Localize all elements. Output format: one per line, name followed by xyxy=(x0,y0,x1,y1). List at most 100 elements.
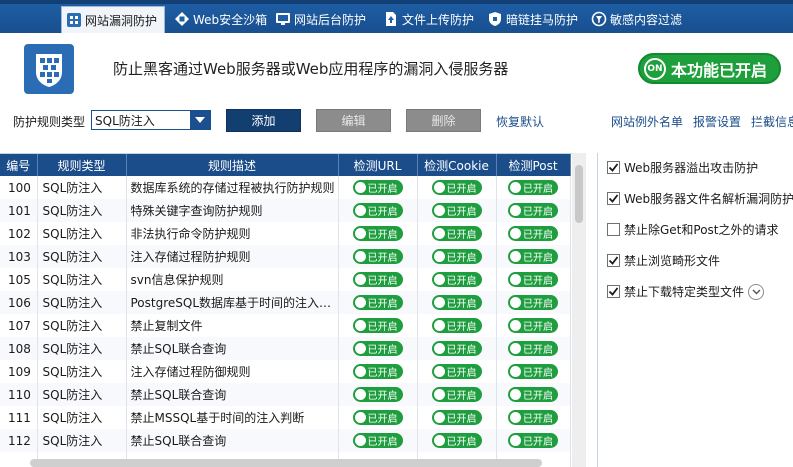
expand-chevron-down-icon[interactable] xyxy=(748,283,765,300)
table-row[interactable]: 105 SQL防注入 svn信息保护规则 已开启 已开启 已开启 xyxy=(0,268,571,291)
check-url-cell: 已开启 xyxy=(338,222,418,245)
check-url-cell: 已开启 xyxy=(338,291,418,314)
tab-backend-protection[interactable]: 网站后台防护 xyxy=(275,7,366,31)
table-vertical-scrollbar[interactable] xyxy=(572,153,586,467)
column-header-check-url[interactable]: 检测URL xyxy=(338,154,418,176)
table-row[interactable]: 103 SQL防注入 注入存储过程防护规则 已开启 已开启 已开启 xyxy=(0,245,571,268)
option-checkbox[interactable] xyxy=(607,161,620,174)
column-header-description[interactable]: 规则描述 xyxy=(126,154,339,176)
table-row[interactable]: 109 SQL防注入 注入存储过程防御规则 已开启 已开启 已开启 xyxy=(0,360,571,383)
column-header-check-cookie[interactable]: 检测Cookie xyxy=(417,154,497,176)
toggle-knob-icon xyxy=(510,228,521,239)
check-url-toggle[interactable]: 已开启 xyxy=(352,295,403,310)
option-label[interactable]: Web服务器溢出攻击防护 xyxy=(624,159,758,176)
rule-id-cell: 112 xyxy=(0,429,38,452)
toggle-label: 已开启 xyxy=(367,207,398,218)
restore-default-link[interactable]: 恢复默认 xyxy=(496,113,544,130)
toggle-knob-icon xyxy=(354,205,366,216)
check-url-toggle[interactable]: 已开启 xyxy=(352,272,403,287)
table-row[interactable]: 111 SQL防注入 禁止MSSQL基于时间的注入判断 已开启 已开启 已开启 xyxy=(0,406,571,429)
check-cookie-toggle[interactable]: 已开启 xyxy=(431,226,482,241)
toggle-knob-icon xyxy=(510,205,521,216)
check-cookie-toggle[interactable]: 已开启 xyxy=(431,387,482,402)
tab-web-sandbox[interactable]: Web安全沙箱 xyxy=(174,7,267,31)
check-post-toggle[interactable]: 已开启 xyxy=(508,364,558,379)
toggle-knob-icon xyxy=(510,412,521,423)
check-url-toggle[interactable]: 已开启 xyxy=(352,203,403,218)
site-exception-list-link[interactable]: 网站例外名单 xyxy=(611,113,683,130)
check-post-toggle[interactable]: 已开启 xyxy=(508,410,558,425)
check-url-toggle[interactable]: 已开启 xyxy=(352,180,403,195)
check-url-toggle[interactable]: 已开启 xyxy=(352,364,403,379)
check-post-toggle[interactable]: 已开启 xyxy=(508,180,558,195)
check-post-toggle[interactable]: 已开启 xyxy=(508,249,558,264)
column-header-id[interactable]: 编号 xyxy=(0,154,38,176)
table-row[interactable]: 102 SQL防注入 非法执行命令防护规则 已开启 已开启 已开启 xyxy=(0,222,571,245)
option-label[interactable]: Web服务器文件名解析漏洞防护 xyxy=(624,190,793,207)
check-url-toggle[interactable]: 已开启 xyxy=(352,410,403,425)
edit-rule-button[interactable]: 编辑 xyxy=(316,109,391,132)
tab-file-upload-protection[interactable]: 文件上传防护 xyxy=(383,7,474,31)
table-row[interactable]: 112 SQL防注入 禁止SQL联合查询 已开启 已开启 已开启 xyxy=(0,429,571,452)
toggle-label: 已开启 xyxy=(523,253,553,264)
check-post-cell: 已开启 xyxy=(496,337,571,360)
check-post-toggle[interactable]: 已开启 xyxy=(508,226,558,241)
intercept-info-link[interactable]: 拦截信息 xyxy=(751,113,793,130)
check-cookie-toggle[interactable]: 已开启 xyxy=(431,433,482,448)
check-url-toggle[interactable]: 已开启 xyxy=(352,433,403,448)
column-header-type[interactable]: 规则类型 xyxy=(37,154,127,176)
table-row[interactable]: 100 SQL防注入 数据库系统的存储过程被执行防护规则 已开启 已开启 已开启 xyxy=(0,176,571,199)
table-row[interactable]: 108 SQL防注入 禁止SQL联合查询 已开启 已开启 已开启 xyxy=(0,337,571,360)
option-label[interactable]: 禁止浏览畸形文件 xyxy=(624,252,720,269)
check-url-toggle[interactable]: 已开启 xyxy=(352,341,403,356)
check-cookie-toggle[interactable]: 已开启 xyxy=(431,318,482,333)
check-post-toggle[interactable]: 已开启 xyxy=(508,433,558,448)
dark-link-icon xyxy=(487,11,503,27)
check-cookie-toggle[interactable]: 已开启 xyxy=(431,180,482,195)
check-url-toggle[interactable]: 已开启 xyxy=(352,318,403,333)
alarm-settings-link[interactable]: 报警设置 xyxy=(693,113,741,130)
toggle-knob-icon xyxy=(354,320,366,331)
check-cookie-toggle[interactable]: 已开启 xyxy=(431,295,482,310)
check-cookie-toggle[interactable]: 已开启 xyxy=(431,410,482,425)
table-row[interactable]: 106 SQL防注入 PostgreSQL数据库基于时间的注入判断 已开启 已开启 已开启 xyxy=(0,291,571,314)
option-row: Web服务器文件名解析漏洞防护 xyxy=(607,190,793,207)
tab-web-vuln-protection[interactable]: 网站漏洞防护 xyxy=(61,6,165,33)
check-post-toggle[interactable]: 已开启 xyxy=(508,295,558,310)
tab-sensitive-content-filter[interactable]: 敏感内容过滤 xyxy=(591,7,682,31)
toggle-knob-icon xyxy=(510,435,521,446)
check-url-toggle[interactable]: 已开启 xyxy=(352,387,403,402)
check-url-toggle[interactable]: 已开启 xyxy=(352,249,403,264)
option-checkbox[interactable] xyxy=(607,285,620,298)
check-post-toggle[interactable]: 已开启 xyxy=(508,272,558,287)
option-checkbox[interactable] xyxy=(607,223,620,236)
delete-rule-button[interactable]: 删除 xyxy=(406,109,481,132)
table-horizontal-scrollbar[interactable] xyxy=(30,459,542,467)
check-url-toggle[interactable]: 已开启 xyxy=(352,226,403,241)
option-label[interactable]: 禁止下载特定类型文件 xyxy=(624,283,744,300)
check-cookie-toggle[interactable]: 已开启 xyxy=(431,203,482,218)
check-cookie-toggle[interactable]: 已开启 xyxy=(431,341,482,356)
check-post-toggle[interactable]: 已开启 xyxy=(508,318,558,333)
toggle-knob-icon xyxy=(354,412,366,423)
dropdown-arrow-icon[interactable] xyxy=(190,111,210,129)
table-row[interactable]: 110 SQL防注入 禁止SQL联合查询 已开启 已开启 已开启 xyxy=(0,383,571,406)
option-checkbox[interactable] xyxy=(607,192,620,205)
add-rule-button[interactable]: 添加 xyxy=(226,109,301,132)
feature-status-toggle[interactable]: ON 本功能已开启 xyxy=(638,53,781,84)
check-cookie-toggle[interactable]: 已开启 xyxy=(431,364,482,379)
check-cookie-toggle[interactable]: 已开启 xyxy=(431,272,482,287)
tab-dark-link-protection[interactable]: 暗链挂马防护 xyxy=(487,7,578,31)
check-post-toggle[interactable]: 已开启 xyxy=(508,387,558,402)
toggle-label: 已开启 xyxy=(523,322,553,333)
scrollbar-thumb[interactable] xyxy=(575,165,583,223)
check-cookie-toggle[interactable]: 已开启 xyxy=(431,249,482,264)
check-post-toggle[interactable]: 已开启 xyxy=(508,203,558,218)
option-checkbox[interactable] xyxy=(607,254,620,267)
column-header-check-post[interactable]: 检测Post xyxy=(496,154,571,176)
table-row[interactable]: 101 SQL防注入 特殊关键字查询防护规则 已开启 已开启 已开启 xyxy=(0,199,571,222)
rule-type-select[interactable]: SQL防注入 xyxy=(91,110,211,130)
option-label[interactable]: 禁止除Get和Post之外的请求 xyxy=(624,221,779,238)
table-row[interactable]: 107 SQL防注入 禁止复制文件 已开启 已开启 已开启 xyxy=(0,314,571,337)
check-post-toggle[interactable]: 已开启 xyxy=(508,341,558,356)
